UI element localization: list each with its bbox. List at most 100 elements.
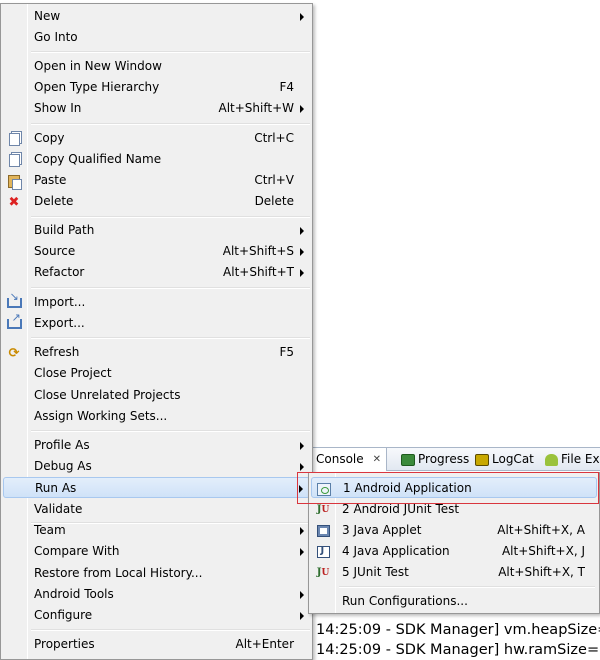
copy-icon bbox=[6, 131, 22, 147]
menu-item-label: 1 Android Application bbox=[343, 481, 472, 495]
menu-item-configure[interactable]: Configure bbox=[3, 605, 310, 626]
menu-item-label: Copy Qualified Name bbox=[34, 152, 162, 166]
menu-item-import[interactable]: Import... bbox=[3, 290, 310, 313]
menu-separator bbox=[339, 586, 595, 588]
paste-icon bbox=[6, 173, 22, 190]
menu-item-open-type-hierarchy[interactable]: Open Type Hierarchy F4 bbox=[3, 77, 310, 98]
submenu-item-android-junit-test[interactable]: JU 2 Android JUnit Test bbox=[311, 499, 597, 520]
menu-item-go-into[interactable]: Go Into bbox=[3, 27, 310, 48]
menu-item-refactor[interactable]: Refactor Alt+Shift+T bbox=[3, 262, 310, 283]
menu-item-compare-with[interactable]: Compare With bbox=[3, 541, 310, 562]
menu-item-label: Restore from Local History... bbox=[34, 566, 203, 580]
menu-item-copy[interactable]: Copy Ctrl+C bbox=[3, 128, 310, 149]
menu-item-label: Refresh bbox=[34, 345, 80, 359]
submenu-item-run-configurations[interactable]: Run Configurations... bbox=[311, 591, 597, 612]
menu-item-label: Copy bbox=[34, 131, 65, 145]
menu-item-properties[interactable]: Properties Alt+Enter bbox=[3, 634, 310, 655]
java-applet-icon bbox=[315, 523, 331, 539]
menu-item-label: 3 Java Applet bbox=[342, 523, 422, 537]
console-line: 14:25:09 - SDK Manager] hw.ramSize=5 bbox=[316, 642, 600, 658]
menu-item-team[interactable]: Team bbox=[3, 520, 310, 541]
menu-item-shortcut: Ctrl+C bbox=[254, 131, 294, 145]
android-icon bbox=[545, 453, 558, 466]
menu-item-show-in[interactable]: Show In Alt+Shift+W bbox=[3, 98, 310, 119]
tab-file-explorer[interactable]: File Exp bbox=[541, 448, 600, 471]
logcat-icon bbox=[475, 453, 489, 466]
submenu-item-java-applet[interactable]: 3 Java Applet Alt+Shift+X, A bbox=[311, 520, 597, 541]
menu-item-label: Paste bbox=[34, 173, 67, 187]
close-icon[interactable]: ✕ bbox=[373, 448, 381, 471]
menu-item-debug-as[interactable]: Debug As bbox=[3, 456, 310, 477]
menu-item-label: Debug As bbox=[34, 459, 92, 473]
menu-item-profile-as[interactable]: Profile As bbox=[3, 435, 310, 456]
menu-item-label: Refactor bbox=[34, 265, 85, 279]
menu-item-label: Delete bbox=[34, 194, 74, 208]
menu-item-new[interactable]: New bbox=[3, 6, 310, 27]
menu-item-label: Go Into bbox=[34, 30, 78, 44]
menu-item-label: 2 Android JUnit Test bbox=[342, 502, 460, 516]
tab-logcat[interactable]: LogCat bbox=[471, 448, 538, 471]
menu-item-shortcut: F4 bbox=[279, 80, 294, 94]
submenu-item-android-application[interactable]: 1 Android Application bbox=[311, 477, 597, 498]
menu-separator bbox=[31, 629, 310, 631]
menu-item-source[interactable]: Source Alt+Shift+S bbox=[3, 241, 310, 262]
views-tab-bar: Console ✕ Progress LogCat File Exp bbox=[305, 447, 600, 471]
progress-icon bbox=[401, 453, 415, 466]
menu-item-build-path[interactable]: Build Path bbox=[3, 220, 310, 241]
menu-item-shortcut: Alt+Shift+W bbox=[218, 101, 295, 115]
menu-item-copy-qualified-name[interactable]: Copy Qualified Name bbox=[3, 149, 310, 170]
junit-icon: JU bbox=[316, 567, 330, 579]
menu-item-label: 5 JUnit Test bbox=[342, 565, 409, 579]
menu-item-android-tools[interactable]: Android Tools bbox=[3, 584, 310, 605]
menu-separator bbox=[31, 216, 310, 218]
menu-item-close-unrelated-projects[interactable]: Close Unrelated Projects bbox=[3, 385, 310, 406]
menu-item-label: Close Unrelated Projects bbox=[34, 388, 181, 402]
menu-item-label: Android Tools bbox=[34, 587, 114, 601]
submenu-arrow-icon bbox=[300, 548, 304, 556]
menu-item-label: Team bbox=[34, 523, 66, 537]
copy-qualified-name-icon bbox=[6, 152, 22, 168]
menu-item-shortcut: Alt+Shift+X, A bbox=[497, 523, 585, 537]
tab-console[interactable]: Console ✕ bbox=[311, 448, 387, 471]
export-icon bbox=[6, 311, 22, 332]
menu-item-assign-working-sets[interactable]: Assign Working Sets... bbox=[3, 406, 310, 427]
submenu-item-java-application[interactable]: 4 Java Application Alt+Shift+X, J bbox=[311, 541, 597, 562]
submenu-arrow-icon bbox=[300, 463, 304, 471]
menu-item-label: Validate bbox=[34, 502, 83, 516]
import-icon bbox=[6, 290, 22, 311]
menu-item-label: Run As bbox=[35, 481, 77, 495]
menu-item-shortcut: Alt+Shift+T bbox=[223, 265, 294, 279]
menu-item-validate[interactable]: Validate bbox=[3, 499, 310, 520]
menu-item-shortcut: Ctrl+V bbox=[254, 173, 294, 187]
menu-item-export[interactable]: Export... bbox=[3, 311, 310, 334]
menu-item-shortcut: Alt+Shift+X, J bbox=[501, 544, 585, 558]
console-line: 14:25:09 - SDK Manager] vm.heapSize= bbox=[316, 622, 600, 638]
submenu-arrow-icon bbox=[300, 612, 304, 620]
tab-progress[interactable]: Progress bbox=[397, 448, 473, 471]
menu-item-label: Configure bbox=[34, 608, 93, 622]
menu-item-label: Source bbox=[34, 244, 76, 258]
submenu-arrow-icon bbox=[300, 248, 304, 256]
menu-item-label: Profile As bbox=[34, 438, 90, 452]
menu-separator bbox=[31, 51, 310, 53]
menu-item-shortcut: Delete bbox=[254, 194, 294, 208]
menu-item-restore-from-local-history[interactable]: Restore from Local History... bbox=[3, 563, 310, 584]
menu-item-label: Open Type Hierarchy bbox=[34, 80, 160, 94]
menu-item-delete[interactable]: ✖ Delete Delete bbox=[3, 191, 310, 212]
menu-item-label: Compare With bbox=[34, 544, 120, 558]
menu-item-label: Build Path bbox=[34, 223, 95, 237]
menu-item-paste[interactable]: Paste Ctrl+V bbox=[3, 170, 310, 191]
tab-console-label: Console bbox=[316, 452, 364, 466]
menu-item-run-as[interactable]: Run As bbox=[3, 477, 310, 498]
context-menu: New Go Into Open in New Window Open Type… bbox=[0, 3, 313, 660]
menu-item-label: Close Project bbox=[34, 366, 112, 380]
java-application-icon bbox=[315, 544, 331, 560]
refresh-icon: ⟳ bbox=[8, 345, 20, 361]
menu-item-open-in-new-window[interactable]: Open in New Window bbox=[3, 56, 310, 77]
menu-item-refresh[interactable]: ⟳ Refresh F5 bbox=[3, 342, 310, 363]
submenu-item-junit-test[interactable]: JU 5 JUnit Test Alt+Shift+X, T bbox=[311, 562, 597, 583]
menu-separator bbox=[31, 430, 310, 432]
submenu-arrow-icon bbox=[300, 227, 304, 235]
menu-item-label: 4 Java Application bbox=[342, 544, 450, 558]
menu-item-close-project[interactable]: Close Project bbox=[3, 363, 310, 384]
